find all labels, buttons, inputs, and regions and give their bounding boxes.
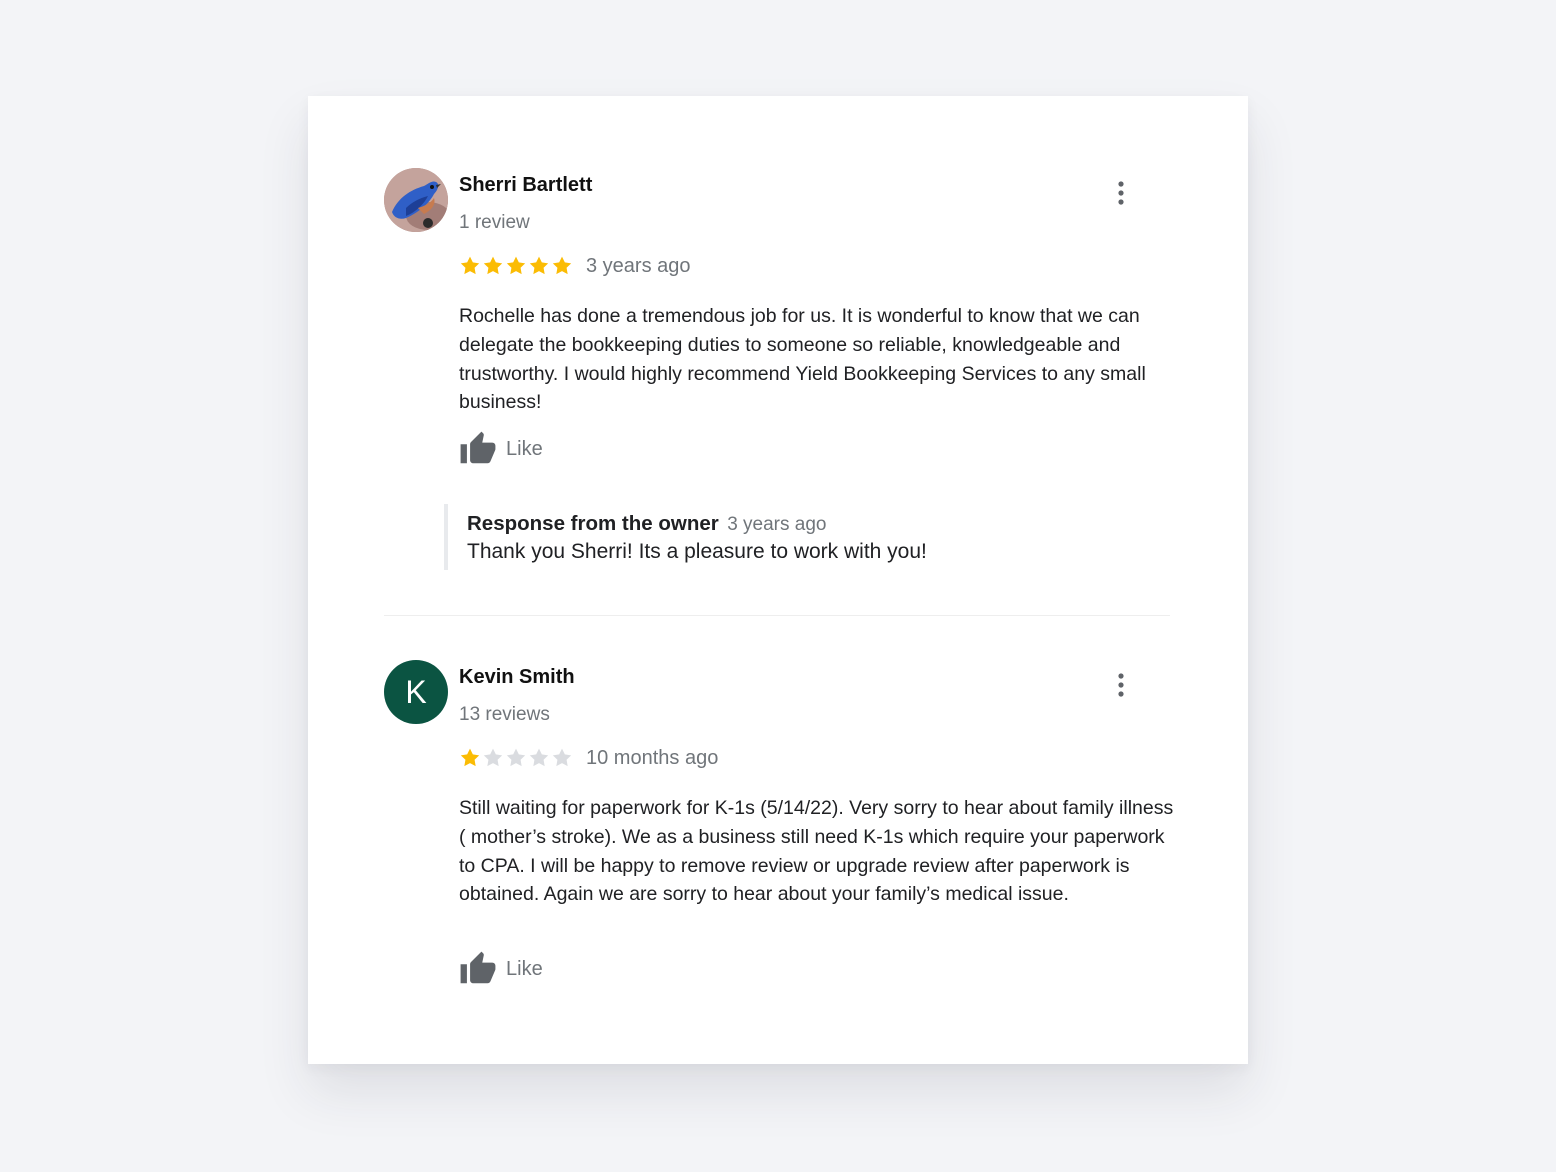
reviewer-avatar[interactable]: K — [384, 660, 448, 724]
star-empty-icon — [506, 748, 526, 767]
reviewer-name[interactable]: Sherri Bartlett — [459, 174, 592, 197]
star-filled-icon — [483, 256, 503, 275]
star-empty-icon — [483, 748, 503, 767]
star-rating — [459, 255, 573, 277]
star-filled-icon — [552, 256, 572, 275]
star-rating — [459, 747, 573, 769]
star-empty-icon — [552, 748, 572, 767]
reviewer-name[interactable]: Kevin Smith — [459, 666, 575, 689]
like-label: Like — [506, 957, 543, 980]
star-filled-icon — [460, 256, 480, 275]
review-text: Rochelle has done a tremendous job for u… — [459, 305, 1146, 414]
owner-response: Response from the owner 3 years ago Than… — [444, 504, 1154, 570]
thumbs-up-icon — [460, 951, 496, 984]
rating-row: 3 years ago — [459, 252, 691, 280]
bluebird-photo-icon — [384, 168, 448, 232]
reviewer-review-count[interactable]: 13 reviews — [459, 704, 550, 726]
star-empty-icon — [529, 748, 549, 767]
more-vert-icon — [1118, 673, 1124, 697]
rating-row: 10 months ago — [459, 744, 718, 772]
more-vert-icon — [1118, 181, 1124, 205]
review-text: Still waiting for paperwork for K-1s (5/… — [459, 797, 1174, 906]
thumbs-up-icon — [460, 431, 496, 464]
reviewer-review-count[interactable]: 1 review — [459, 212, 530, 234]
like-label: Like — [506, 437, 543, 460]
review-divider — [384, 615, 1170, 616]
more-options-button[interactable] — [1106, 178, 1136, 208]
owner-response-header: Response from the owner 3 years ago — [467, 512, 1154, 536]
star-filled-icon — [460, 748, 480, 767]
reviewer-avatar[interactable] — [384, 168, 448, 232]
like-button[interactable]: Like — [459, 430, 543, 468]
review-date: 10 months ago — [586, 746, 719, 769]
owner-response-text: Thank you Sherri! Its a pleasure to work… — [467, 540, 927, 563]
owner-response-title: Response from the owner — [467, 512, 719, 535]
owner-response-date: 3 years ago — [727, 514, 827, 535]
review-date: 3 years ago — [586, 254, 691, 277]
reviews-card: Sherri Bartlett 1 review 3 years ago Roc… — [308, 96, 1248, 1064]
star-filled-icon — [529, 256, 549, 275]
star-filled-icon — [506, 256, 526, 275]
like-button[interactable]: Like — [459, 950, 543, 988]
more-options-button[interactable] — [1106, 670, 1136, 700]
